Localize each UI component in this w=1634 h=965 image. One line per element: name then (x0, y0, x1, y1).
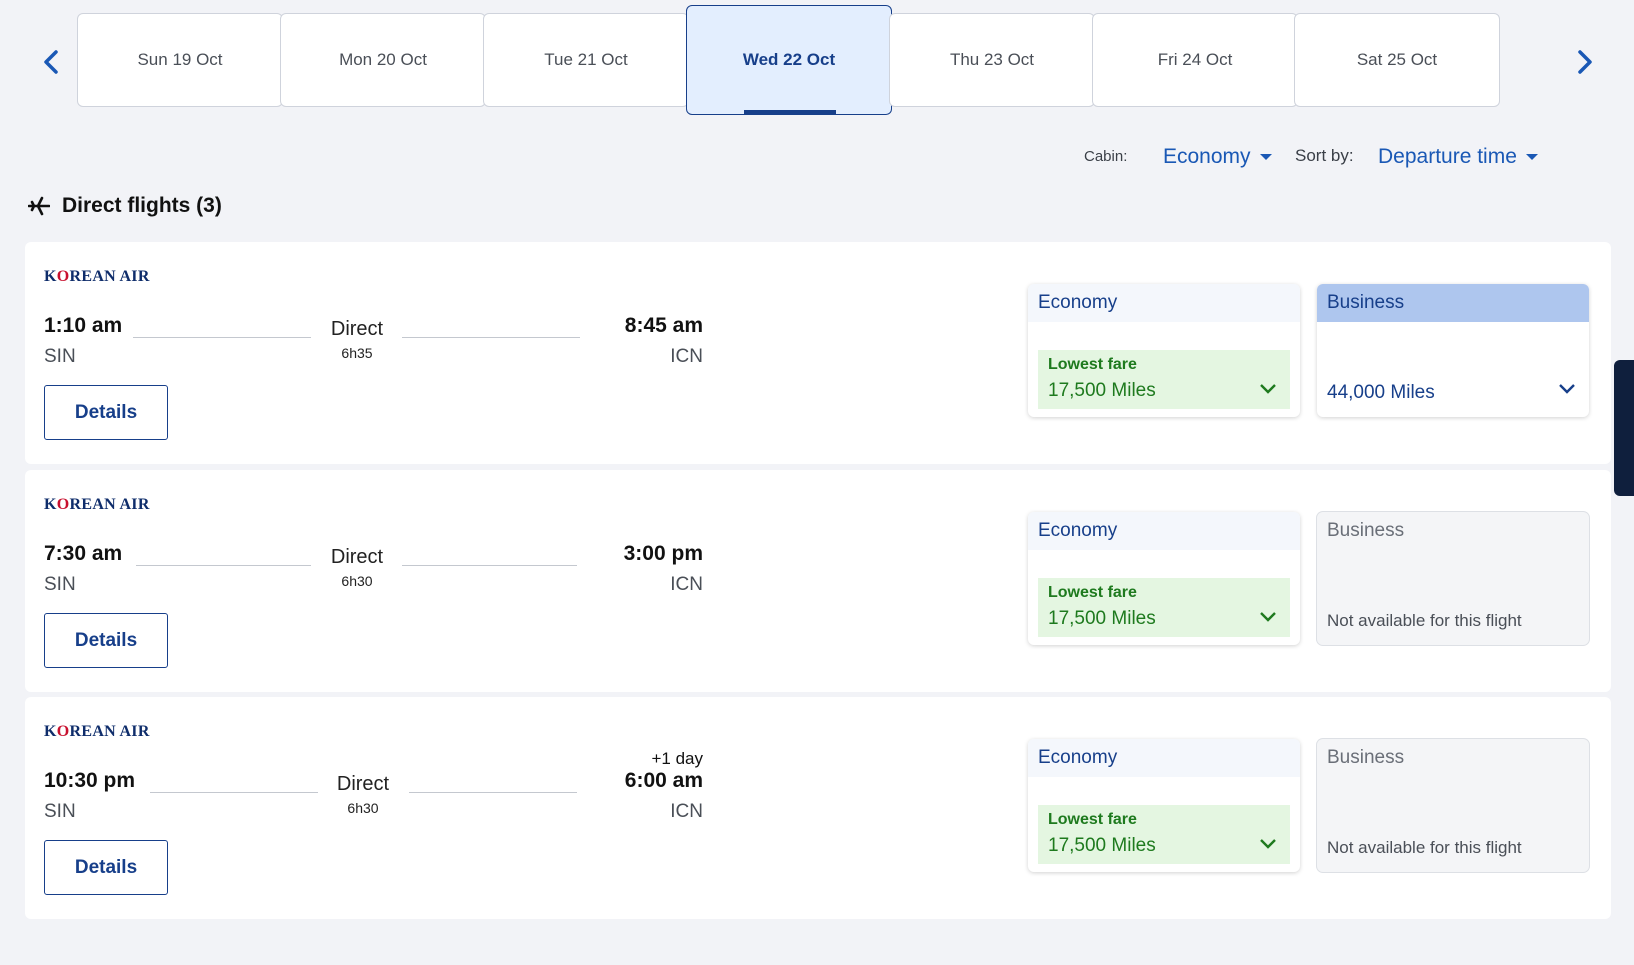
next-day-indicator: +1 day (651, 749, 703, 768)
stops-label: Direct (330, 546, 384, 568)
economy-fare-option[interactable]: Lowest fare 17,500 Miles (1038, 350, 1290, 409)
date-tab-sat-25-oct[interactable]: Sat 25 Oct (1294, 13, 1500, 107)
flight-card: KOREAN AIR 7:30 am SIN Direct 6h30 3:00 … (25, 470, 1611, 692)
details-button[interactable]: Details (44, 385, 168, 440)
previous-dates-arrow-icon[interactable] (34, 44, 70, 80)
chevron-down-icon (1260, 612, 1276, 622)
details-button[interactable]: Details (44, 613, 168, 668)
business-unavailable-note: Not available for this flight (1327, 611, 1522, 630)
next-dates-arrow-icon[interactable] (1566, 44, 1602, 80)
economy-fare-option[interactable]: Lowest fare 17,500 Miles (1038, 578, 1290, 637)
date-tab-label: Fri 24 Oct (1157, 50, 1233, 69)
direct-flights-heading: Direct flights (3) (28, 194, 222, 218)
date-tab-tue-21-oct[interactable]: Tue 21 Oct (483, 13, 689, 107)
caret-down-icon (1259, 154, 1272, 160)
date-tab-label: Mon 20 Oct (339, 50, 427, 69)
route-line (402, 337, 580, 338)
lowest-fare-tag: Lowest fare (1048, 811, 1137, 828)
stops-label: Direct (330, 318, 384, 340)
cabin-dropdown[interactable]: Economy (1163, 145, 1272, 169)
flight-duration: 6h30 (347, 800, 379, 816)
korean-air-logo: KOREAN AIR (44, 496, 150, 513)
chevron-down-icon (1260, 384, 1276, 394)
departure-time: 7:30 am (44, 542, 123, 565)
cabin-value: Economy (1163, 145, 1251, 168)
economy-fare-box: Economy Lowest fare 17,500 Miles (1028, 739, 1300, 872)
economy-fare-box: Economy Lowest fare 17,500 Miles (1028, 284, 1300, 417)
economy-fare-header: Economy (1028, 284, 1300, 322)
route-line (150, 792, 318, 793)
date-tab-thu-23-oct[interactable]: Thu 23 Oct (889, 13, 1095, 107)
date-tab-fri-24-oct[interactable]: Fri 24 Oct (1092, 13, 1298, 107)
route-line (409, 792, 577, 793)
departure-airport: SIN (44, 346, 76, 367)
flight-card: KOREAN AIR 10:30 pm SIN Direct 6h30 +1 d… (25, 697, 1611, 919)
date-tab-label: Thu 23 Oct (949, 50, 1035, 69)
business-miles: 44,000 Miles (1327, 382, 1435, 403)
departure-airport: SIN (44, 574, 76, 595)
sort-value: Departure time (1378, 145, 1517, 168)
korean-air-logo: KOREAN AIR (44, 268, 150, 285)
date-selector: Sun 19 Oct Mon 20 Oct Tue 21 Oct Wed 22 … (0, 0, 1634, 125)
economy-miles: 17,500 Miles (1048, 380, 1156, 401)
route-line (133, 337, 311, 338)
arrival-time: 6:00 am (624, 769, 703, 792)
feedback-side-tab[interactable] (1614, 360, 1634, 496)
business-fare-header: Business (1327, 747, 1405, 768)
arrival-time: 8:45 am (624, 314, 703, 337)
route-line (402, 565, 577, 566)
sort-label: Sort by: (1295, 146, 1354, 165)
business-fare-box: Business Not available for this flight (1317, 512, 1589, 645)
arrival-airport: ICN (670, 801, 703, 822)
business-fare-box[interactable]: Business 44,000 Miles (1317, 284, 1589, 417)
arrival-airport: ICN (670, 574, 703, 595)
date-tab-label: Wed 22 Oct (742, 50, 836, 69)
filter-bar: Cabin: Economy Sort by: Departure time (0, 145, 1634, 177)
date-tab-wed-22-oct[interactable]: Wed 22 Oct (686, 5, 892, 115)
arrival-time: 3:00 pm (623, 542, 703, 565)
airplane-icon (28, 196, 50, 216)
active-date-indicator (744, 110, 836, 114)
departure-time: 1:10 am (44, 314, 123, 337)
chevron-down-icon (1260, 839, 1276, 849)
sort-dropdown[interactable]: Departure time (1378, 145, 1538, 169)
lowest-fare-tag: Lowest fare (1048, 356, 1137, 373)
section-title: Direct flights (3) (62, 194, 222, 217)
stops-label: Direct (336, 773, 390, 795)
flight-duration: 6h35 (341, 345, 373, 361)
route-line (136, 565, 311, 566)
business-unavailable-note: Not available for this flight (1327, 838, 1522, 857)
economy-fare-header: Economy (1028, 512, 1300, 550)
economy-fare-header: Economy (1028, 739, 1300, 777)
korean-air-logo: KOREAN AIR (44, 723, 150, 740)
date-tab-label: Tue 21 Oct (544, 50, 628, 69)
departure-airport: SIN (44, 801, 76, 822)
departure-time: 10:30 pm (44, 769, 136, 792)
business-fare-header: Business (1327, 520, 1405, 541)
economy-fare-option[interactable]: Lowest fare 17,500 Miles (1038, 805, 1290, 864)
date-tab-mon-20-oct[interactable]: Mon 20 Oct (280, 13, 486, 107)
date-tab-label: Sat 25 Oct (1356, 50, 1438, 69)
date-tab-label: Sun 19 Oct (137, 50, 223, 69)
cabin-label: Cabin: (1084, 148, 1128, 165)
caret-down-icon (1525, 154, 1538, 160)
economy-miles: 17,500 Miles (1048, 835, 1156, 856)
economy-miles: 17,500 Miles (1048, 608, 1156, 629)
flight-card: KOREAN AIR 1:10 am SIN Direct 6h35 8:45 … (25, 242, 1611, 464)
business-fare-header: Business (1317, 284, 1589, 322)
date-tab-sun-19-oct[interactable]: Sun 19 Oct (77, 13, 283, 107)
details-button[interactable]: Details (44, 840, 168, 895)
business-fare-box: Business Not available for this flight (1317, 739, 1589, 872)
chevron-down-icon (1559, 384, 1575, 394)
flight-duration: 6h30 (341, 573, 373, 589)
economy-fare-box: Economy Lowest fare 17,500 Miles (1028, 512, 1300, 645)
arrival-airport: ICN (670, 346, 703, 367)
lowest-fare-tag: Lowest fare (1048, 584, 1137, 601)
